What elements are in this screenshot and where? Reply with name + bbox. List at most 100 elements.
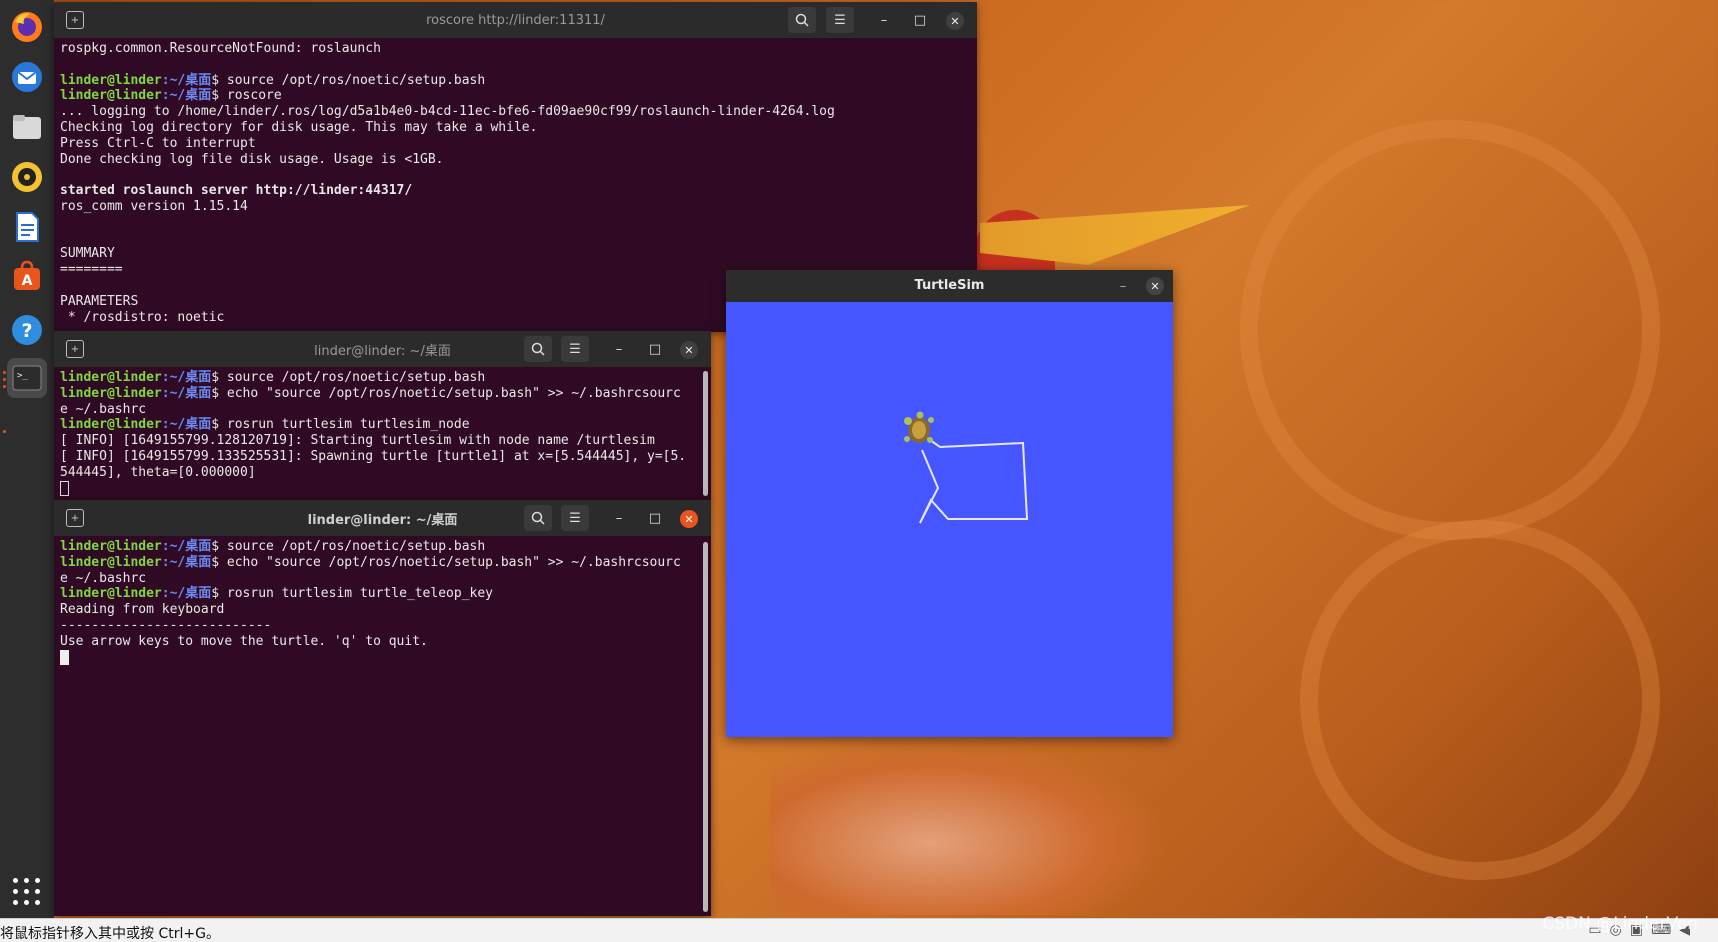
prompt-path: :~/桌面 <box>161 72 212 88</box>
search-icon[interactable] <box>788 7 816 33</box>
line-text <box>60 278 68 293</box>
terminal-output[interactable]: linder@linder:~/桌面$ source /opt/ros/noet… <box>54 536 711 916</box>
terminal-line: linder@linder:~/桌面$ echo "source /opt/ro… <box>60 386 711 402</box>
writer-icon[interactable] <box>7 207 47 247</box>
turtlesim-window[interactable]: TurtleSim – ✕ <box>726 270 1173 737</box>
show-applications-icon[interactable] <box>13 878 41 906</box>
prompt-path: :~/桌面 <box>161 554 212 570</box>
terminal-line: linder@linder:~/桌面$ rosrun turtlesim tur… <box>60 417 711 433</box>
terminal-line: ... logging to /home/linder/.ros/log/d5a… <box>60 104 977 120</box>
titlebar[interactable]: + linder@linder: ~/桌面 ☰ – □ ✕ <box>54 331 711 367</box>
line-text <box>60 167 68 182</box>
scrollbar[interactable] <box>703 371 708 496</box>
titlebar[interactable]: + linder@linder: ~/桌面 ☰ – □ ✕ <box>54 500 711 536</box>
line-text: ======== <box>60 262 123 278</box>
close-icon[interactable]: ✕ <box>1146 277 1164 295</box>
wallpaper-swirl <box>1240 120 1660 540</box>
new-tab-icon[interactable]: + <box>66 509 84 527</box>
close-icon[interactable]: ✕ <box>680 341 698 359</box>
running-indicator <box>3 385 6 388</box>
menu-icon[interactable]: ☰ <box>561 505 589 531</box>
menu-icon[interactable]: ☰ <box>561 336 589 362</box>
terminal-line: [ INFO] [1649155799.133525531]: Spawning… <box>60 449 711 465</box>
keyboard-hint: 将鼠标指针移入其中或按 Ctrl+G。 <box>0 926 220 942</box>
line-text: * /rosdistro: noetic <box>60 309 225 325</box>
line-text: --------------------------- <box>60 617 272 633</box>
terminal-line: rospkg.common.ResourceNotFound: roslaunc… <box>60 41 977 57</box>
terminal-line <box>60 215 977 231</box>
running-indicator <box>3 430 6 433</box>
new-tab-icon[interactable]: + <box>66 11 84 29</box>
close-icon[interactable]: ✕ <box>680 510 698 528</box>
line-text: $ echo "source /opt/ros/noetic/setup.bas… <box>211 385 681 401</box>
software-icon[interactable]: A <box>7 257 47 297</box>
prompt-user: linder@linder <box>60 554 162 570</box>
terminal-line: 544445], theta=[0.000000] <box>60 465 711 481</box>
bottom-status-bar: 将鼠标指针移入其中或按 Ctrl+G。 ▭ ◎ ▣ ⌨ ◀ <box>0 918 1718 942</box>
running-indicator <box>3 378 6 381</box>
turtlesim-canvas[interactable] <box>726 302 1173 737</box>
terminal-line: Reading from keyboard <box>60 602 711 618</box>
firefox-icon[interactable] <box>7 7 47 47</box>
terminal-line: linder@linder:~/桌面$ echo "source /opt/ro… <box>60 555 711 571</box>
prompt-user: linder@linder <box>60 88 162 104</box>
line-text: Use arrow keys to move the turtle. 'q' t… <box>60 633 428 649</box>
files-icon[interactable] <box>7 107 47 147</box>
terminal-line: linder@linder:~/桌面$ rosrun turtlesim tur… <box>60 586 711 602</box>
line-text: $ source /opt/ros/noetic/setup.bash <box>211 370 486 385</box>
line-text: $ rosrun turtlesim turtle_teleop_key <box>211 586 493 602</box>
prompt-path: :~/桌面 <box>161 370 212 385</box>
line-text: $ echo "source /opt/ros/noetic/setup.bas… <box>211 554 681 570</box>
scrollbar[interactable] <box>703 542 708 912</box>
line-text: [ INFO] [1649155799.128120719]: Starting… <box>60 433 655 449</box>
prompt-user: linder@linder <box>60 586 162 602</box>
prompt-user: linder@linder <box>60 385 162 401</box>
line-text: e ~/.bashrc <box>60 570 147 586</box>
turtle-icon <box>904 411 934 443</box>
titlebar[interactable]: + roscore http://linder:11311/ ☰ – □ ✕ <box>54 2 977 38</box>
line-text <box>60 231 68 246</box>
line-text: $ rosrun turtlesim turtlesim_node <box>211 417 470 433</box>
line-text <box>60 215 68 230</box>
search-icon[interactable] <box>524 336 552 362</box>
minimize-icon[interactable]: – <box>871 7 897 33</box>
line-text: Done checking log file disk usage. Usage… <box>60 151 444 167</box>
terminal-line: SUMMARY <box>60 246 977 262</box>
wallpaper-swirl <box>1300 520 1660 880</box>
minimize-icon[interactable]: – <box>606 505 632 531</box>
line-text: ... logging to /home/linder/.ros/log/d5a… <box>60 104 835 120</box>
terminal-line: linder@linder:~/桌面$ roscore <box>60 88 977 104</box>
line-text: ros_comm version 1.15.14 <box>60 198 248 214</box>
terminal-icon[interactable]: >_ <box>7 358 47 398</box>
line-text <box>60 57 68 72</box>
maximize-icon[interactable]: □ <box>907 7 933 33</box>
line-text: rospkg.common.ResourceNotFound: roslaunc… <box>60 41 381 56</box>
minimize-icon[interactable]: – <box>606 336 632 362</box>
search-icon[interactable] <box>524 505 552 531</box>
prompt-user: linder@linder <box>60 370 162 385</box>
prompt-path: :~/桌面 <box>161 417 212 433</box>
maximize-icon[interactable]: □ <box>642 505 668 531</box>
wallpaper-feathers <box>770 735 1170 915</box>
rhythmbox-icon[interactable] <box>7 157 47 197</box>
minimize-icon[interactable]: – <box>1110 273 1136 299</box>
terminal-window-turtlesim-node[interactable]: + linder@linder: ~/桌面 ☰ – □ ✕ linder@lin… <box>54 331 711 501</box>
menu-icon[interactable]: ☰ <box>826 7 854 33</box>
svg-text:>_: >_ <box>17 371 28 381</box>
line-text: started roslaunch server http://linder:4… <box>60 183 413 199</box>
terminal-window-teleop[interactable]: + linder@linder: ~/桌面 ☰ – □ ✕ linder@lin… <box>54 500 711 916</box>
new-tab-icon[interactable]: + <box>66 340 84 358</box>
terminal-output[interactable]: linder@linder:~/桌面$ source /opt/ros/noet… <box>54 367 711 501</box>
line-text: Checking log directory for disk usage. T… <box>60 119 538 135</box>
running-indicator <box>3 371 6 374</box>
close-icon[interactable]: ✕ <box>946 12 964 30</box>
line-text: e ~/.bashrc <box>60 401 147 417</box>
terminal-cursor <box>60 649 711 666</box>
thunderbird-icon[interactable] <box>7 57 47 97</box>
turtle-path <box>919 432 1029 524</box>
terminal-line: Press Ctrl-C to interrupt <box>60 136 977 152</box>
watermark: CSDN @LinderVen <box>1542 914 1698 934</box>
line-text: PARAMETERS <box>60 293 139 309</box>
help-icon[interactable]: ? <box>7 310 47 350</box>
maximize-icon[interactable]: □ <box>642 336 668 362</box>
